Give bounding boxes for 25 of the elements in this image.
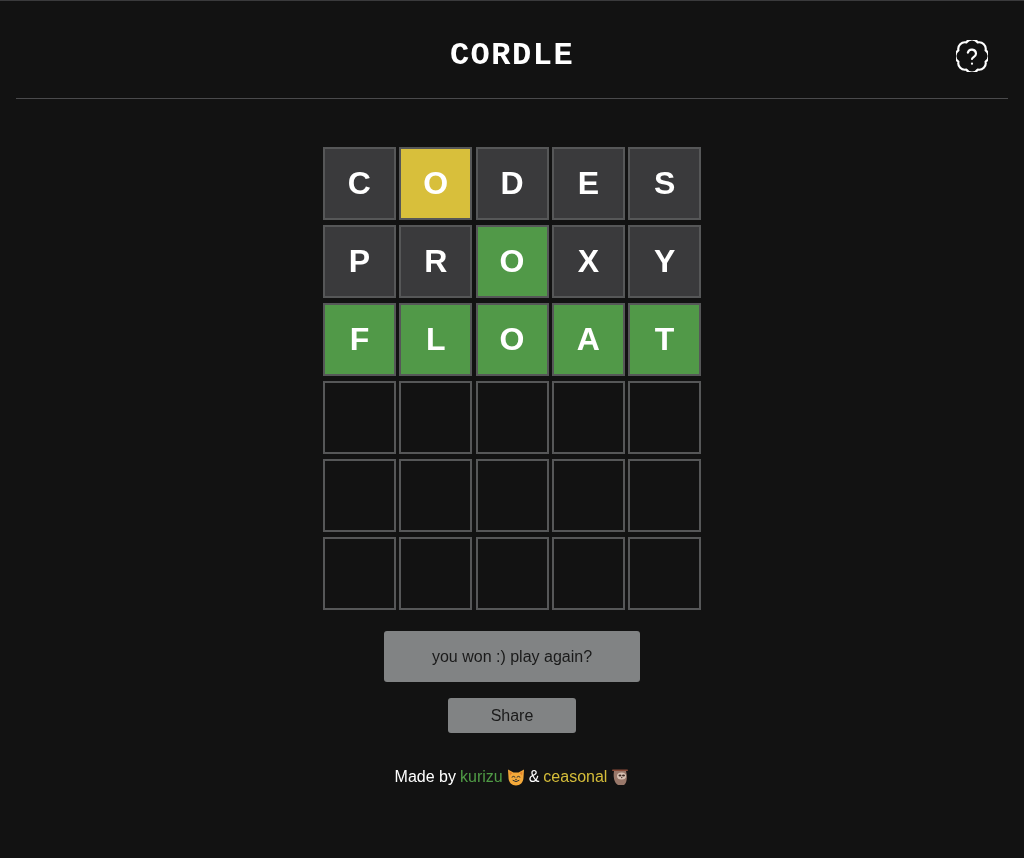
letter-tile: T [628, 303, 702, 376]
letter-tile: C [322, 147, 396, 220]
letter-tile: Y [628, 225, 702, 298]
letter-tile: O [399, 147, 473, 220]
author-link[interactable]: kurizu [460, 768, 503, 786]
credits-text: Made by kurizu & ceasonal [394, 768, 630, 786]
share-button[interactable]: Share [448, 698, 576, 733]
sloth-icon [611, 768, 630, 786]
app-title: CORDLE [449, 39, 575, 72]
letter-tile: D [475, 147, 549, 220]
help-button[interactable] [956, 39, 988, 72]
letter-tile: P [322, 225, 396, 298]
letter-tile: R [399, 225, 473, 298]
letter-tile: O [475, 225, 549, 298]
author-link[interactable]: ceasonal [543, 768, 608, 786]
letter-tile: O [475, 303, 549, 376]
letter-tile: L [399, 303, 473, 376]
letter-tile: A [551, 303, 625, 376]
play-again-button[interactable]: you won :) play again? [384, 631, 640, 682]
cat-face-icon [506, 768, 525, 786]
letter-tile: X [551, 225, 625, 298]
help-icon [956, 39, 988, 72]
letter-tile: S [628, 147, 702, 220]
letter-tile: F [322, 303, 396, 376]
letter-tile: E [551, 147, 625, 220]
